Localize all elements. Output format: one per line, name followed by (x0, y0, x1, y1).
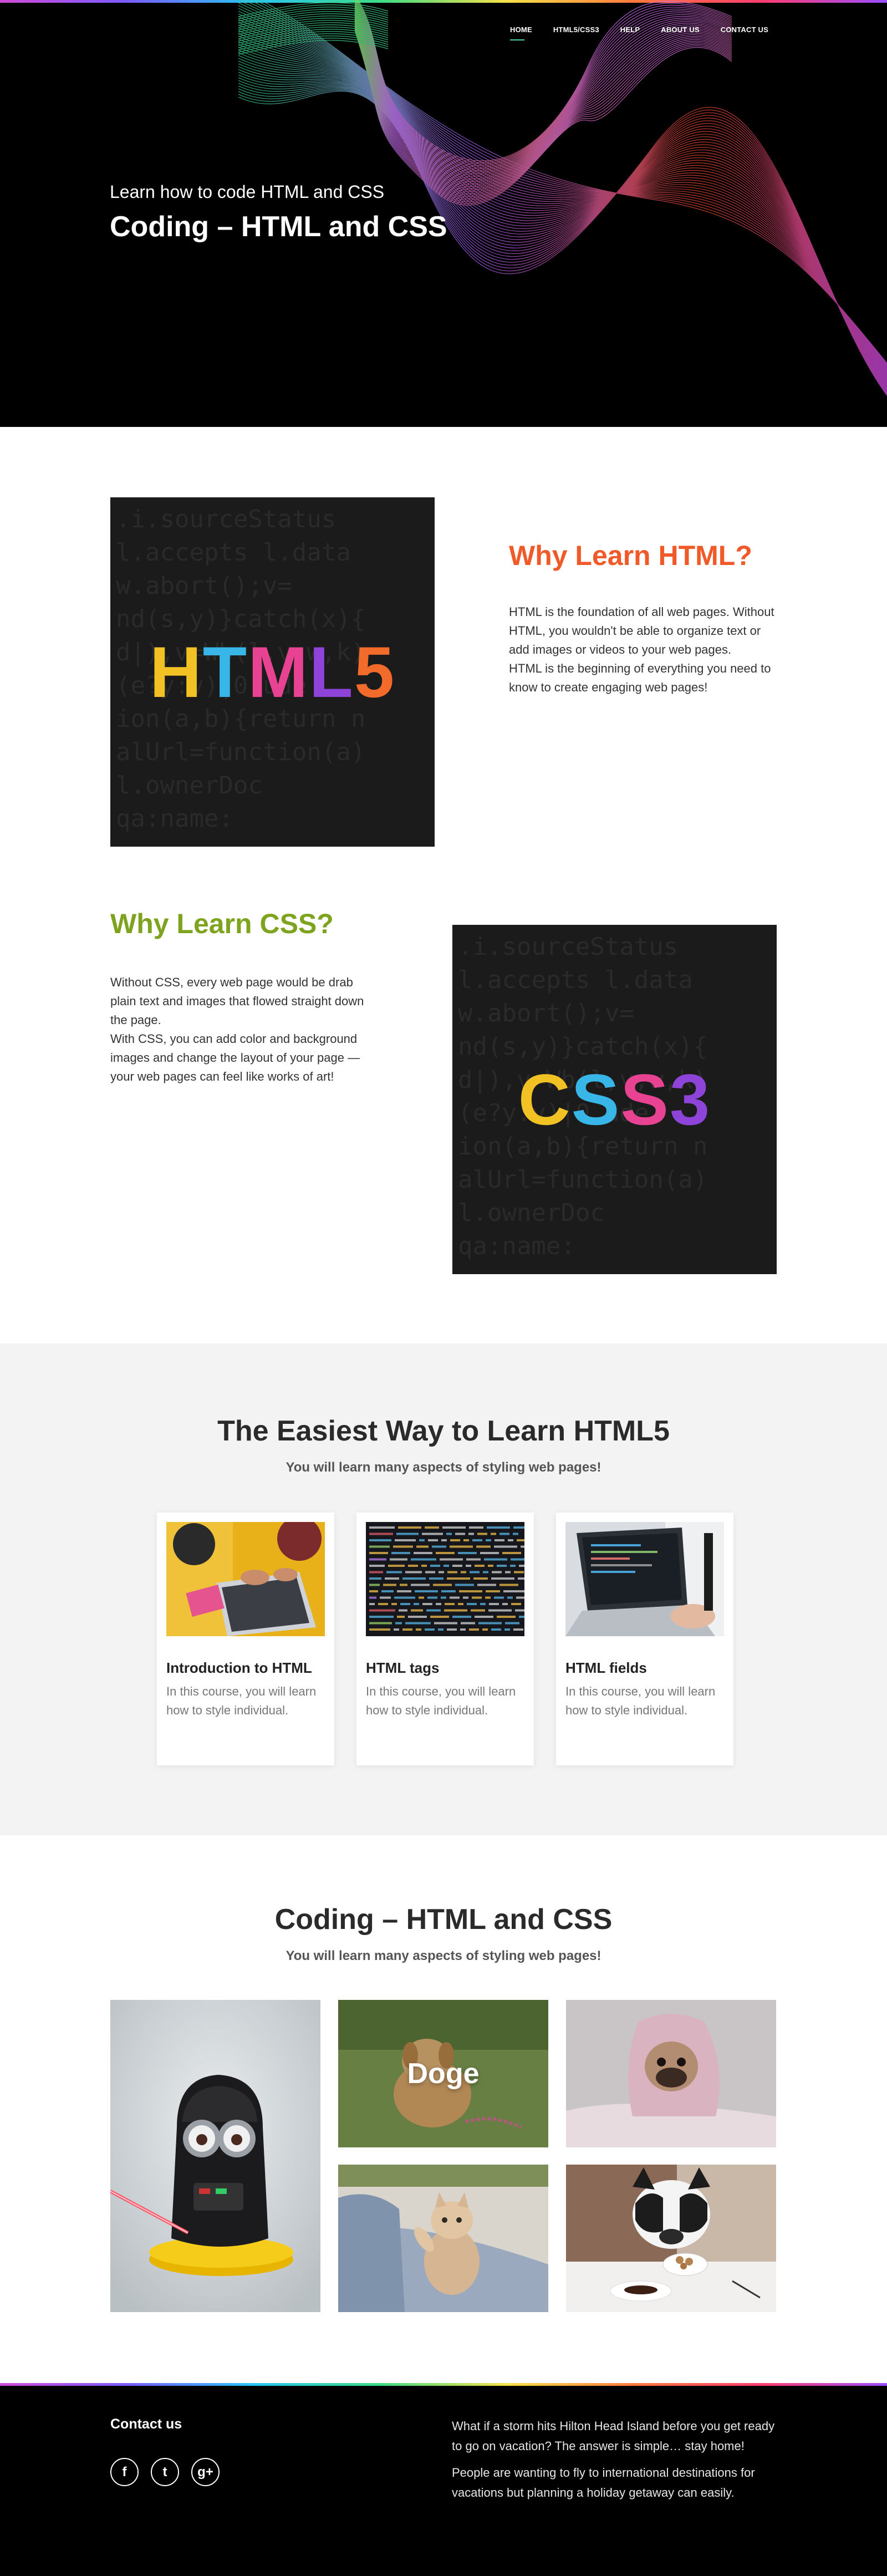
gallery-overlay-label: Doge (407, 2058, 480, 2090)
contact-heading: Contact us (110, 2416, 182, 2432)
card-image-laptop-desk (166, 1522, 325, 1636)
footer-text: What if a storm hits Hilton Head Island … (452, 2416, 779, 2503)
course-cards: Introduction to HTML In this course, you… (157, 1513, 733, 1765)
why-html-paragraph-1: HTML is the foundation of all web pages.… (509, 605, 774, 656)
footer-paragraph-1: What if a storm hits Hilton Head Island … (452, 2419, 775, 2453)
hero-subtitle: Learn how to code HTML and CSS (110, 182, 385, 202)
footer-paragraph-2: People are wanting to fly to internation… (452, 2466, 755, 2499)
course-card[interactable]: Introduction to HTML In this course, you… (157, 1513, 334, 1765)
gallery-lead: You will learn many aspects of styling w… (286, 1948, 601, 1963)
why-css-paragraph-2: With CSS, you can add color and backgrou… (110, 1032, 360, 1083)
card-text: In this course, you will learn how to st… (565, 1684, 716, 1717)
social-links: f t g+ (110, 2458, 220, 2486)
gallery-image-pug[interactable] (566, 2000, 776, 2147)
facebook-icon[interactable]: f (110, 2458, 139, 2486)
hero-section: HOME HTML5/CSS3 HELP ABOUT US CONTACT US… (0, 0, 887, 427)
nav-help[interactable]: HELP (610, 23, 650, 36)
why-css-text: Without CSS, every web page would be dra… (110, 973, 376, 1086)
nav-html5-css3[interactable]: HTML5/CSS3 (543, 23, 610, 36)
easiest-way-heading: The Easiest Way to Learn HTML5 (217, 1415, 670, 1447)
hero-text: Learn how to code HTML and CSS Coding – … (110, 182, 447, 243)
gallery-heading: Coding – HTML and CSS (274, 1903, 613, 1936)
card-title: Introduction to HTML (166, 1659, 312, 1676)
course-card[interactable]: HTML fields In this course, you will lea… (556, 1513, 733, 1765)
easiest-way-lead: You will learn many aspects of styling w… (286, 1460, 601, 1475)
gallery-image-doge[interactable]: Doge (338, 2000, 548, 2147)
footer: Contact us f t g+ What if a storm hits H… (0, 2383, 887, 2576)
easiest-way-section: The Easiest Way to Learn HTML5 You will … (0, 1343, 887, 1835)
why-css-paragraph-1: Without CSS, every web page would be dra… (110, 975, 364, 1027)
course-card[interactable]: HTML tags In this course, you will learn… (356, 1513, 534, 1765)
gallery-image-bulldog[interactable] (566, 2165, 776, 2312)
card-title: HTML fields (565, 1659, 647, 1676)
nav-about-us[interactable]: ABOUT US (650, 23, 710, 36)
why-css-heading: Why Learn CSS? (110, 908, 334, 939)
hero-title: Coding – HTML and CSS (110, 211, 447, 243)
card-text: In this course, you will learn how to st… (166, 1684, 317, 1717)
gallery-section: Coding – HTML and CSS You will learn man… (0, 1835, 887, 2383)
gallery-image-toy[interactable] (110, 2000, 320, 2312)
google-plus-icon[interactable]: g+ (191, 2458, 220, 2486)
nav-home[interactable]: HOME (499, 23, 543, 40)
why-html-heading: Why Learn HTML? (509, 540, 752, 571)
card-title: HTML tags (366, 1659, 440, 1676)
gallery-image-kitten[interactable] (338, 2165, 548, 2312)
nav-contact-us[interactable]: CONTACT US (710, 23, 779, 36)
twitter-icon[interactable]: t (151, 2458, 179, 2486)
html5-logo-text: HTML5 (149, 632, 396, 712)
main-nav: HOME HTML5/CSS3 HELP ABOUT US CONTACT US (499, 23, 779, 40)
why-html-text: HTML is the foundation of all web pages.… (509, 603, 775, 697)
why-css-section: Why Learn CSS? Without CSS, every web pa… (0, 854, 887, 1343)
card-image-laptop-coding (565, 1522, 724, 1636)
why-html-paragraph-2: HTML is the beginning of everything you … (509, 661, 771, 694)
html5-image: .i.sourceStatus l.accepts l.data w.abort… (110, 497, 435, 847)
css3-image: .i.sourceStatus l.accepts l.data w.abort… (452, 925, 777, 1274)
card-text: In this course, you will learn how to st… (366, 1684, 516, 1717)
css3-logo-text: CSS3 (518, 1059, 711, 1140)
card-image-code-screen (366, 1522, 524, 1636)
why-html-section: .i.sourceStatus l.accepts l.data w.abort… (0, 427, 887, 854)
footer-gradient-bar (0, 2383, 887, 2386)
